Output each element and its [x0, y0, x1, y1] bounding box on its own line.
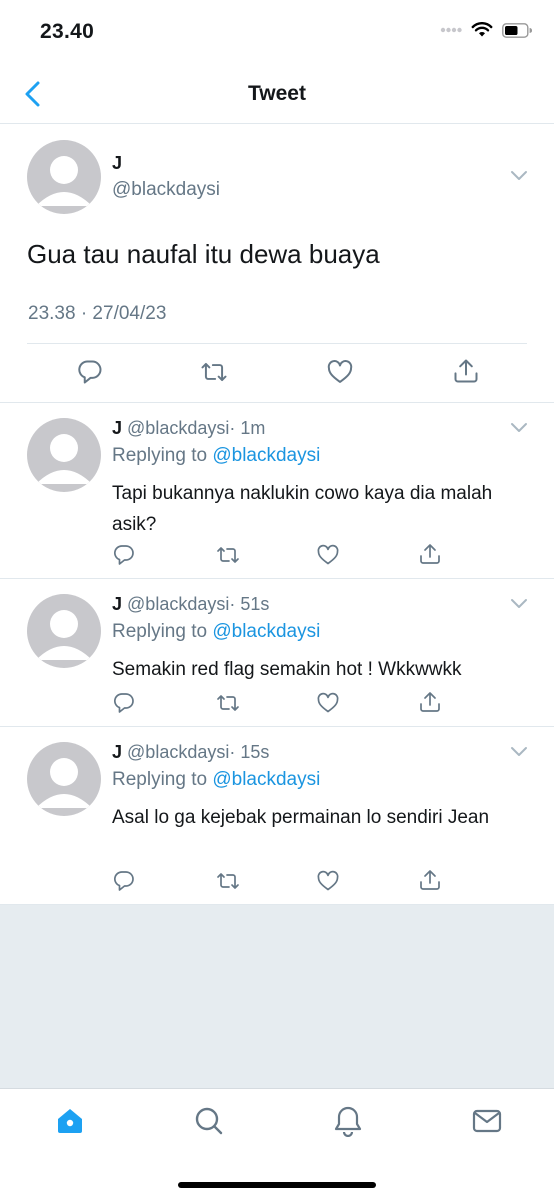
reply-icon[interactable] [76, 358, 104, 386]
like-icon[interactable] [316, 543, 340, 567]
reply-header: J @blackdaysi· 1m [112, 418, 265, 439]
replying-to: Replying to @blackdaysi [112, 621, 320, 643]
share-icon[interactable] [452, 357, 480, 385]
status-icons [440, 22, 532, 38]
share-icon[interactable] [418, 868, 442, 892]
chevron-down-icon[interactable] [510, 598, 528, 610]
replying-to-label: Replying to [112, 621, 208, 642]
replying-to: Replying to @blackdaysi [112, 769, 320, 791]
chevron-down-icon[interactable] [510, 422, 528, 434]
retweet-icon[interactable] [215, 691, 241, 715]
reply-text: Semakin red flag semakin hot ! Wkkwwkk [112, 659, 462, 680]
status-bar: 23.40 [0, 0, 554, 62]
main-tweet: J @blackdaysi Gua tau naufal itu dewa bu… [0, 124, 554, 403]
like-icon[interactable] [316, 869, 340, 893]
author-handle[interactable]: @blackdaysi [112, 179, 220, 201]
author-handle[interactable]: @blackdaysi [127, 418, 229, 438]
battery-icon [502, 22, 532, 38]
avatar[interactable] [27, 594, 101, 668]
avatar[interactable] [27, 742, 101, 816]
navigation-bar: Tweet [0, 62, 554, 124]
default-avatar-icon [36, 758, 92, 808]
reply-icon[interactable] [112, 543, 136, 567]
signal-icon [440, 27, 462, 33]
mention-link[interactable]: @blackdaysi [212, 769, 320, 790]
share-icon[interactable] [418, 542, 442, 566]
wifi-icon [471, 22, 493, 37]
replying-to: Replying to @blackdaysi [112, 445, 320, 467]
empty-area [0, 905, 554, 1088]
reply-actions [0, 689, 554, 717]
reply-header: J @blackdaysi· 15s [112, 742, 269, 763]
reply-tweet[interactable]: J @blackdaysi· 1m Replying to @blackdays… [0, 403, 554, 579]
author-name[interactable]: J [112, 153, 122, 174]
tweet-text: Gua tau naufal itu dewa buaya [27, 239, 380, 269]
divider [27, 343, 527, 344]
home-icon[interactable] [54, 1105, 86, 1137]
retweet-icon[interactable] [215, 869, 241, 893]
home-indicator[interactable] [178, 1182, 376, 1188]
reply-tweet[interactable]: J @blackdaysi· 51s Replying to @blackday… [0, 579, 554, 727]
reply-time: · 15s [229, 742, 270, 762]
author-handle[interactable]: @blackdaysi [127, 742, 229, 762]
replying-to-label: Replying to [112, 769, 208, 790]
tweet-timestamp: 23.38 · 27/04/23 [28, 303, 167, 324]
reply-icon[interactable] [112, 869, 136, 893]
mention-link[interactable]: @blackdaysi [212, 445, 320, 466]
author-name[interactable]: J [112, 594, 122, 614]
avatar[interactable] [27, 140, 101, 214]
reply-actions [0, 541, 554, 569]
avatar[interactable] [27, 418, 101, 492]
reply-header: J @blackdaysi· 51s [112, 594, 269, 615]
retweet-icon[interactable] [199, 358, 229, 386]
search-icon[interactable] [193, 1105, 225, 1137]
like-icon[interactable] [316, 691, 340, 715]
status-time: 23.40 [40, 20, 95, 43]
share-icon[interactable] [418, 690, 442, 714]
author-handle[interactable]: @blackdaysi [127, 594, 229, 614]
reply-icon[interactable] [112, 691, 136, 715]
default-avatar-icon [36, 156, 92, 206]
retweet-icon[interactable] [215, 543, 241, 567]
tweet-actions [0, 355, 554, 391]
chevron-down-icon[interactable] [510, 170, 528, 182]
page-title: Tweet [248, 82, 306, 105]
like-icon[interactable] [326, 358, 354, 386]
replying-to-label: Replying to [112, 445, 208, 466]
default-avatar-icon [36, 610, 92, 660]
reply-actions [0, 867, 554, 895]
reply-time: · 1m [229, 418, 266, 438]
notifications-icon[interactable] [332, 1105, 364, 1137]
reply-text: Tapi bukannya naklukin cowo kaya dia mal… [112, 483, 493, 535]
author-name[interactable]: J [112, 418, 122, 438]
reply-tweet[interactable]: J @blackdaysi· 15s Replying to @blackday… [0, 727, 554, 905]
mention-link[interactable]: @blackdaysi [212, 621, 320, 642]
default-avatar-icon [36, 434, 92, 484]
reply-time: · 51s [229, 594, 270, 614]
reply-text: Asal lo ga kejebak permainan lo sendiri … [112, 807, 490, 828]
author-name[interactable]: J [112, 742, 122, 762]
messages-icon[interactable] [471, 1105, 503, 1137]
chevron-down-icon[interactable] [510, 746, 528, 758]
